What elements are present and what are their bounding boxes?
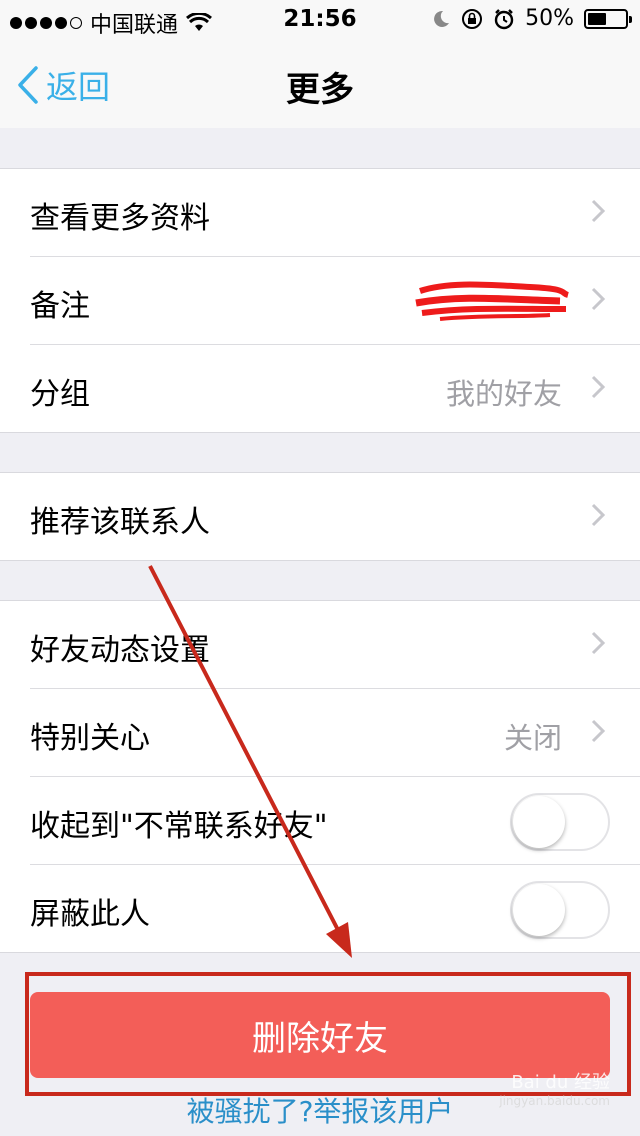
chevron-right-icon <box>591 287 606 311</box>
row-label: 屏蔽此人 <box>30 897 150 932</box>
status-bar: 中国联通 21:56 50% <box>0 0 640 40</box>
battery-fill <box>588 12 606 25</box>
toggle-knob <box>513 884 565 936</box>
row-block-user: 屏蔽此人 <box>30 865 640 952</box>
settings-group-privacy: 好友动态设置 特别关心 关闭 收起到"不常联系好友" 屏蔽此人 <box>0 600 640 953</box>
chevron-right-icon <box>591 719 606 743</box>
row-label: 收起到"不常联系好友" <box>30 809 328 844</box>
chevron-right-icon <box>591 375 606 399</box>
settings-group-recommend: 推荐该联系人 <box>0 472 640 561</box>
row-label: 好友动态设置 <box>30 633 210 668</box>
redaction-scribble <box>415 281 570 321</box>
orientation-lock-icon <box>462 8 483 29</box>
toggle-knob <box>513 796 565 848</box>
navigation-bar: 返回 更多 <box>0 40 640 128</box>
row-value: 关闭 <box>503 721 562 755</box>
row-label: 分组 <box>30 377 90 412</box>
row-label: 推荐该联系人 <box>30 505 210 540</box>
watermark-text: Bai du 经验 <box>511 1072 610 1093</box>
status-right: 50% <box>431 6 632 31</box>
row-friend-feed-settings[interactable]: 好友动态设置 <box>30 601 640 689</box>
moon-icon <box>434 10 450 27</box>
watermark-subtext: jingyan.baidu.com <box>499 1094 610 1108</box>
row-special-care[interactable]: 特别关心 关闭 <box>30 689 640 777</box>
alarm-icon <box>494 8 514 29</box>
battery-icon <box>584 8 632 29</box>
chevron-right-icon <box>591 503 606 527</box>
row-label: 备注 <box>30 289 90 324</box>
chevron-right-icon <box>591 631 606 655</box>
delete-friend-button[interactable]: 删除好友 <box>30 992 610 1078</box>
chevron-right-icon <box>591 199 606 223</box>
collapse-infrequent-toggle[interactable] <box>510 793 610 851</box>
row-view-more-info[interactable]: 查看更多资料 <box>30 169 640 257</box>
row-value: 我的好友 <box>445 377 562 411</box>
watermark: Bai du 经验 jingyan.baidu.com <box>499 1068 610 1108</box>
row-label: 特别关心 <box>30 721 150 756</box>
settings-group-profile: 查看更多资料 备注 分组 我的好友 <box>0 168 640 433</box>
row-collapse-infrequent: 收起到"不常联系好友" <box>30 777 640 865</box>
row-remark[interactable]: 备注 <box>30 257 640 345</box>
battery-percent: 50% <box>525 6 574 31</box>
row-group[interactable]: 分组 我的好友 <box>30 345 640 432</box>
row-label: 查看更多资料 <box>30 201 210 236</box>
page-title: 更多 <box>286 70 354 110</box>
row-recommend-contact[interactable]: 推荐该联系人 <box>30 473 640 560</box>
block-user-toggle[interactable] <box>510 881 610 939</box>
